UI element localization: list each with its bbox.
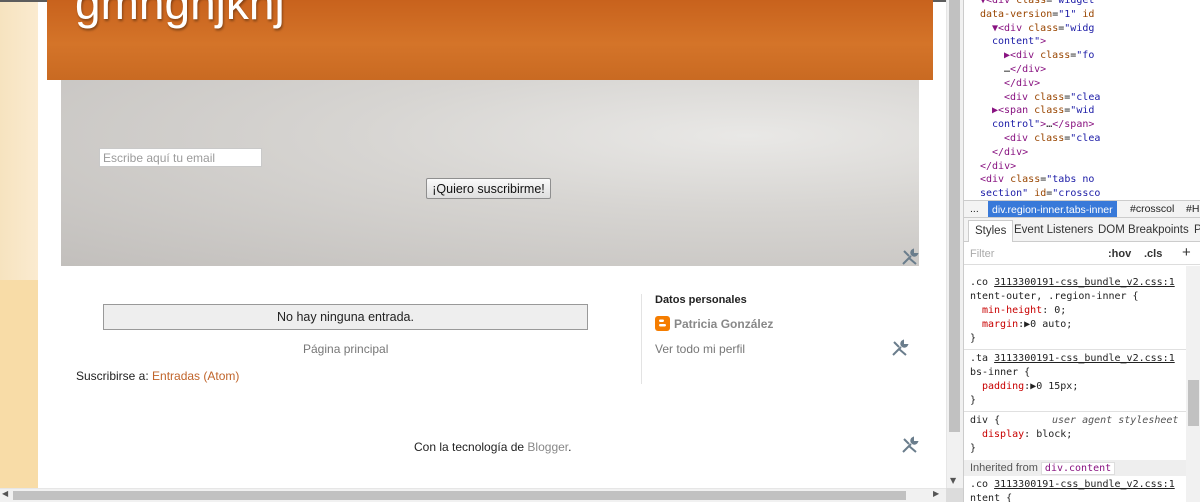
- css-property[interactable]: margin:▶0 auto;: [982, 318, 1072, 332]
- dom-node-line[interactable]: </div>: [980, 160, 1016, 174]
- dom-node-line[interactable]: ▼<div class="widget: [980, 0, 1094, 8]
- blogger-link[interactable]: Blogger: [527, 440, 568, 454]
- user-agent-label: user agent stylesheet: [1052, 415, 1179, 426]
- inherited-node[interactable]: div.content: [1040, 462, 1116, 475]
- scroll-down-arrow-icon[interactable]: ▼: [950, 476, 956, 485]
- blog-title[interactable]: gmnghjkhj: [75, 0, 285, 30]
- scroll-right-arrow-icon[interactable]: ▶: [933, 489, 939, 498]
- css-rule-selector: div {user agent stylesheet: [970, 415, 1179, 426]
- vertical-scroll-thumb[interactable]: [949, 0, 960, 432]
- home-link[interactable]: Página principal: [303, 342, 388, 356]
- edit-widget-icon[interactable]: [901, 436, 919, 454]
- hover-state-toggle[interactable]: :hov: [1108, 248, 1131, 260]
- dom-node-line[interactable]: section" id="crossco: [980, 187, 1100, 200]
- side-band: [0, 280, 38, 488]
- scroll-left-arrow-icon[interactable]: ◀: [2, 489, 8, 498]
- profile-heading: Datos personales: [655, 294, 747, 306]
- follow-by-email-widget: [61, 80, 919, 266]
- css-rule-selector-cont: ntent {: [970, 493, 1013, 502]
- styles-scroll-thumb[interactable]: [1188, 380, 1199, 426]
- breadcrumb-crosscol[interactable]: #crosscol: [1130, 203, 1174, 215]
- styles-filter-bar: Filter :hov .cls +: [964, 243, 1200, 265]
- atom-feed-link[interactable]: Entradas (Atom): [152, 369, 239, 383]
- profile-full-link[interactable]: Ver todo mi perfil: [655, 342, 745, 356]
- css-source-link[interactable]: 3113300191-css_bundle_v2.css:1: [994, 277, 1175, 288]
- css-rule-selector: .ta 3113300191-css_bundle_v2.css:1: [970, 353, 1175, 364]
- css-rule-selector-cont: ntent-outer, .region-inner {: [970, 291, 1139, 302]
- tab-more[interactable]: P: [1194, 224, 1200, 236]
- css-source-link[interactable]: 3113300191-css_bundle_v2.css:1: [994, 479, 1175, 490]
- subscribe-prefix: Suscribirse a:: [76, 369, 153, 383]
- dom-node-line[interactable]: content">: [992, 35, 1046, 49]
- elements-tree: ▼<div class="widget data-version="1" id ▼<…: [964, 0, 1200, 200]
- profile-name-link[interactable]: Patricia González: [674, 317, 773, 331]
- dom-node-line[interactable]: control">…</span>: [992, 118, 1094, 132]
- styles-filter-input[interactable]: Filter: [970, 248, 994, 260]
- inherited-header: Inherited from div.content: [964, 460, 1186, 476]
- css-source-link[interactable]: 3113300191-css_bundle_v2.css:1: [994, 353, 1175, 364]
- dom-node-line[interactable]: </div>: [992, 146, 1028, 160]
- tab-styles[interactable]: Styles: [968, 220, 1014, 242]
- horizontal-scroll-thumb[interactable]: [13, 491, 906, 500]
- dom-breadcrumb: ... div.region-inner.tabs-inner #crossco…: [964, 200, 1200, 218]
- dom-node-line[interactable]: <div class="clea: [1004, 91, 1100, 105]
- subscribe-line: Suscribirse a: Entradas (Atom): [76, 369, 239, 383]
- css-property[interactable]: display: block;: [982, 428, 1072, 442]
- no-posts-message: No hay ninguna entrada.: [103, 304, 588, 330]
- blog-viewport: gmnghjkhj ¡Quiero suscribirme! No hay ni…: [0, 0, 946, 488]
- scrollbar-corner: [946, 488, 963, 502]
- breadcrumb-next[interactable]: #H: [1186, 203, 1199, 215]
- footer-prefix: Con la tecnología de: [414, 440, 528, 454]
- dom-node-line[interactable]: ▼<div class="widg: [992, 22, 1094, 36]
- blogger-icon: [655, 316, 670, 331]
- breadcrumb-ellipsis[interactable]: ...: [970, 203, 979, 215]
- edit-widget-icon[interactable]: [901, 248, 919, 266]
- dom-node-line[interactable]: ▶<div class="fo: [1004, 49, 1094, 63]
- css-property[interactable]: min-height: 0;: [982, 304, 1066, 318]
- dom-node-line[interactable]: ▶<span class="wid: [992, 104, 1094, 118]
- tab-dom-breakpoints[interactable]: DOM Breakpoints: [1098, 224, 1189, 236]
- dom-node-line[interactable]: data-version="1" id: [980, 8, 1094, 22]
- css-property[interactable]: padding:▶0 15px;: [982, 380, 1078, 394]
- edit-widget-icon[interactable]: [891, 339, 909, 357]
- css-rule-selector-cont: bs-inner {: [970, 367, 1031, 378]
- css-rule-selector: .co 3113300191-css_bundle_v2.css:1: [970, 277, 1175, 288]
- sidebar-divider: [641, 294, 642, 384]
- devtools-panel: ▼<div class="widget data-version="1" id ▼<…: [963, 0, 1200, 502]
- dom-node-line[interactable]: </div>: [1004, 77, 1040, 91]
- email-field[interactable]: [99, 148, 262, 167]
- dom-node-line[interactable]: <div class="clea: [1004, 132, 1100, 146]
- sidebar-tabs: Styles Event Listeners DOM Breakpoints P: [964, 218, 1200, 242]
- footer-attribution: Con la tecnología de Blogger.: [414, 440, 571, 454]
- subscribe-button[interactable]: ¡Quiero suscribirme!: [426, 178, 551, 199]
- dom-node-line[interactable]: …</div>: [1004, 63, 1046, 77]
- styles-pane: .co 3113300191-css_bundle_v2.css:1 ntent…: [964, 266, 1186, 502]
- tab-event-listeners[interactable]: Event Listeners: [1014, 224, 1093, 236]
- css-rule-selector: .co 3113300191-css_bundle_v2.css:1: [970, 479, 1175, 490]
- breadcrumb-active[interactable]: div.region-inner.tabs-inner: [988, 201, 1117, 217]
- new-rule-button[interactable]: +: [1182, 244, 1191, 261]
- dom-node-line[interactable]: <div class="tabs no: [980, 173, 1094, 187]
- class-toggle[interactable]: .cls: [1144, 248, 1162, 260]
- footer-suffix: .: [568, 440, 572, 454]
